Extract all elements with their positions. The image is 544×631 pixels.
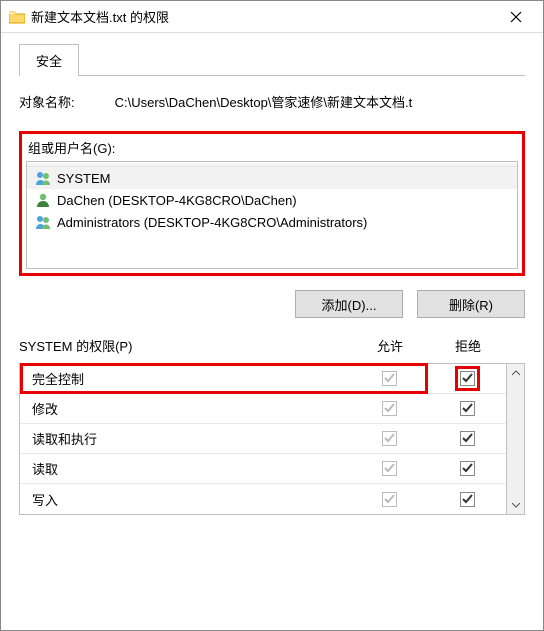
permission-label: 读取 <box>32 459 350 478</box>
permission-label: 写入 <box>32 490 350 509</box>
group-users-label: 组或用户名(G): <box>26 136 518 161</box>
content-area: 安全 对象名称: C:\Users\DaChen\Desktop\管家速修\新建… <box>1 33 543 533</box>
allow-checkbox[interactable] <box>382 431 397 446</box>
deny-checkbox[interactable] <box>460 492 475 507</box>
user-icon <box>35 192 51 208</box>
chevron-down-icon <box>512 502 520 508</box>
allow-checkbox[interactable] <box>382 492 397 507</box>
permissions-header-label: SYSTEM 的权限(P) <box>19 336 351 355</box>
users-list[interactable]: SYSTEM DaChen (DESKTOP-4KG8CRO\DaChen) Adm… <box>26 161 518 269</box>
tab-security[interactable]: 安全 <box>19 44 79 76</box>
user-item[interactable]: SYSTEM <box>27 167 517 189</box>
deny-checkbox[interactable] <box>460 371 475 386</box>
permission-row: 读取 <box>20 454 506 484</box>
allow-checkbox[interactable] <box>382 371 397 386</box>
permission-label: 修改 <box>32 399 350 418</box>
button-row: 添加(D)... 删除(R) <box>19 290 525 318</box>
deny-checkbox[interactable] <box>460 431 475 446</box>
permission-row: 完全控制 <box>20 364 506 394</box>
permission-label: 完全控制 <box>32 369 350 388</box>
remove-button[interactable]: 删除(R) <box>417 290 525 318</box>
permission-row: 修改 <box>20 394 506 424</box>
permissions-scrollbar[interactable] <box>507 363 525 515</box>
permissions-table: 完全控制修改读取和执行读取写入 <box>19 363 507 515</box>
close-button[interactable] <box>493 2 539 32</box>
allow-checkbox[interactable] <box>382 401 397 416</box>
user-item[interactable]: Administrators (DESKTOP-4KG8CRO\Administ… <box>27 211 517 233</box>
user-icon <box>35 170 51 186</box>
deny-checkbox[interactable] <box>460 401 475 416</box>
deny-highlight <box>455 366 480 391</box>
users-section-highlight: 组或用户名(G): SYSTEM DaChen (DESKTOP-4KG8CRO\… <box>19 131 525 276</box>
permission-row: 读取和执行 <box>20 424 506 454</box>
permissions-header-deny: 拒绝 <box>429 336 507 355</box>
object-path: C:\Users\DaChen\Desktop\管家速修\新建文本文档.t <box>115 92 525 111</box>
user-item-label: Administrators (DESKTOP-4KG8CRO\Administ… <box>57 215 367 230</box>
object-label: 对象名称: <box>19 92 75 111</box>
user-item[interactable]: DaChen (DESKTOP-4KG8CRO\DaChen) <box>27 189 517 211</box>
scroll-up-button[interactable] <box>507 364 524 382</box>
deny-checkbox[interactable] <box>460 461 475 476</box>
permission-label: 读取和执行 <box>32 429 350 448</box>
close-icon <box>510 11 522 23</box>
title-bar: 新建文本文档.txt 的权限 <box>1 1 543 33</box>
tab-row: 安全 <box>19 43 525 76</box>
user-item-label: SYSTEM <box>57 171 110 186</box>
user-item-label: DaChen (DESKTOP-4KG8CRO\DaChen) <box>57 193 297 208</box>
allow-checkbox[interactable] <box>382 461 397 476</box>
permissions-container: 完全控制修改读取和执行读取写入 <box>19 363 525 515</box>
permission-row: 写入 <box>20 484 506 514</box>
folder-icon <box>9 10 25 24</box>
permissions-header: SYSTEM 的权限(P) 允许 拒绝 <box>19 336 525 355</box>
user-icon <box>35 214 51 230</box>
chevron-up-icon <box>512 370 520 376</box>
permissions-header-allow: 允许 <box>351 336 429 355</box>
add-button[interactable]: 添加(D)... <box>295 290 403 318</box>
window-title: 新建文本文档.txt 的权限 <box>31 7 493 26</box>
scroll-down-button[interactable] <box>507 496 524 514</box>
object-row: 对象名称: C:\Users\DaChen\Desktop\管家速修\新建文本文… <box>19 92 525 111</box>
